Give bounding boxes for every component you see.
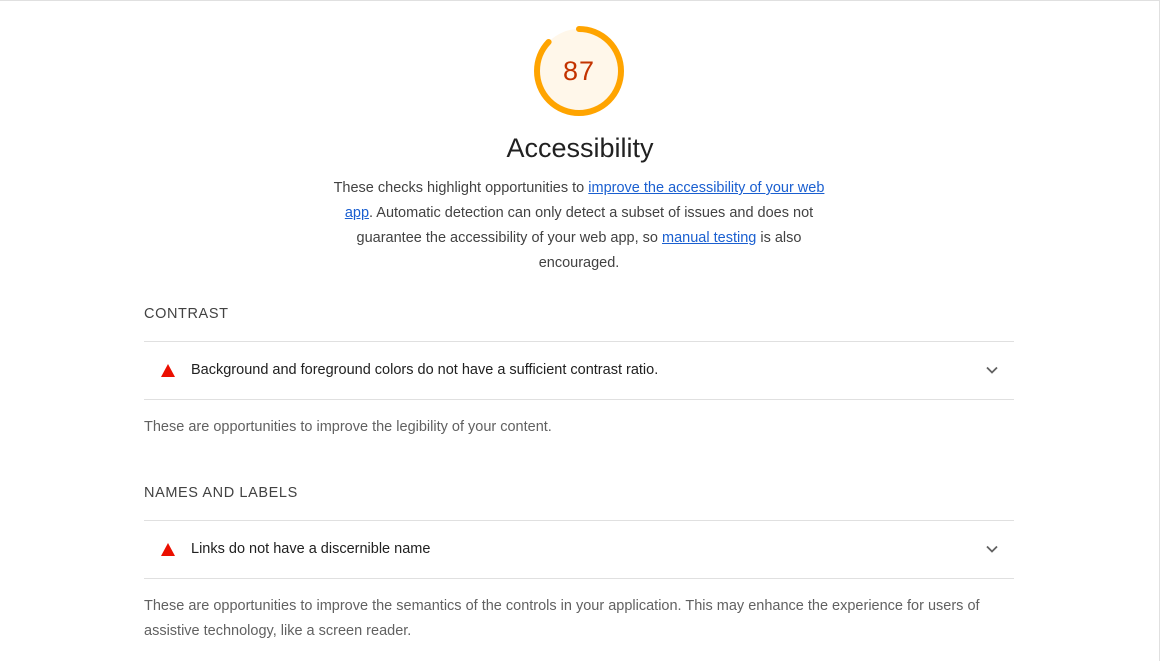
frame-top-border [0, 0, 1160, 1]
group-description-names-labels: These are opportunities to improve the s… [144, 598, 980, 639]
names-labels-group: NAMES AND LABELS Links do not have a dis… [144, 483, 1014, 644]
description-text-1: These checks highlight opportunities to [333, 180, 589, 196]
audit-title: Links do not have a discernible name [191, 541, 431, 557]
audit-link-name[interactable]: Links do not have a discernible name [144, 520, 1014, 579]
group-title-contrast: CONTRAST [144, 306, 229, 322]
group-description-contrast: These are opportunities to improve the l… [144, 419, 552, 435]
manual-testing-link[interactable]: manual testing [662, 230, 756, 246]
group-title-names-labels: NAMES AND LABELS [144, 485, 298, 501]
category-title: Accessibility [506, 133, 654, 163]
audit-title: Background and foreground colors do not … [191, 362, 659, 378]
chevron-down-icon[interactable] [984, 541, 1000, 557]
warning-triangle-icon [161, 364, 175, 377]
score-gauge: 87 [532, 24, 626, 118]
chevron-down-icon[interactable] [984, 362, 1000, 378]
score-value: 87 [562, 56, 596, 86]
audit-color-contrast[interactable]: Background and foreground colors do not … [144, 341, 1014, 400]
contrast-group: CONTRAST Background and foreground color… [144, 304, 1014, 440]
category-description: These checks highlight opportunities to … [330, 176, 828, 276]
warning-triangle-icon [161, 543, 175, 556]
